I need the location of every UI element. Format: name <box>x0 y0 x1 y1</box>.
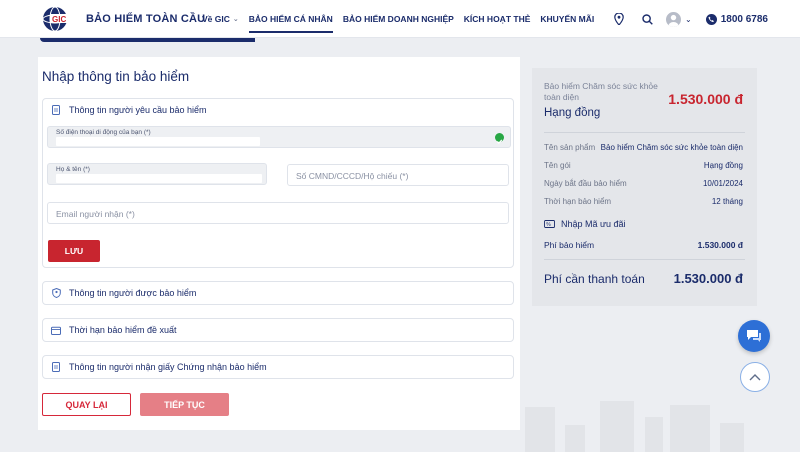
name-field-label: Họ & tên (*) <box>56 166 90 173</box>
total-label: Phí cần thanh toán <box>544 271 645 286</box>
section-term[interactable]: Thời hạn bảo hiểm đề xuất <box>42 318 514 342</box>
chevron-up-icon <box>749 374 761 381</box>
section-label: Thông tin người được bảo hiểm <box>69 288 197 298</box>
check-icon <box>495 133 504 144</box>
scroll-top-button[interactable] <box>740 362 770 392</box>
nav-label: KÍCH HOẠT THẺ <box>463 14 531 24</box>
total-value: 1.530.000 đ <box>673 271 743 286</box>
id-number-input[interactable]: Số CMND/CCCD/Hộ chiếu (*) <box>287 164 509 186</box>
document-icon <box>51 105 61 115</box>
row-value: 10/01/2024 <box>702 179 743 188</box>
insurance-form-panel: Nhập thông tin bảo hiểm Thông tin người … <box>38 57 520 430</box>
section-label: Thông tin người nhận giấy Chứng nhận bảo… <box>69 362 267 372</box>
search-icon[interactable] <box>638 10 656 28</box>
row-label: Ngày bắt đầu bảo hiểm <box>544 179 627 188</box>
summary-total: Phí cần thanh toán 1.530.000 đ <box>544 271 743 286</box>
id-number-placeholder: Số CMND/CCCD/Hộ chiếu (*) <box>296 171 409 181</box>
promo-label: Nhập Mã ưu đãi <box>561 219 626 229</box>
summary-plan: Hạng đồng <box>544 107 601 119</box>
summary-row-product: Tên sản phẩm Bảo hiểm Chăm sóc sức khỏe … <box>544 143 743 152</box>
section-requester-header[interactable]: Thông tin người yêu cầu bảo hiểm <box>43 99 513 121</box>
nav-item-promotions[interactable]: KHUYẾN MÃI <box>540 0 594 38</box>
calendar-icon <box>51 325 61 335</box>
row-label: Thời hạn bảo hiểm <box>544 197 612 206</box>
header-actions: ⌄ 1800 6786 <box>600 0 768 38</box>
section-label: Thông tin người yêu cầu bảo hiểm <box>69 105 207 115</box>
ticket-icon: % <box>544 220 555 228</box>
summary-row-start-date: Ngày bắt đầu bảo hiểm 10/01/2024 <box>544 179 743 188</box>
divider <box>544 259 745 260</box>
phone-number: 1800 6786 <box>720 13 768 25</box>
main-nav: Về GIC ⌄ BẢO HIỂM CÁ NHÂN BẢO HIỂM DOANH… <box>202 0 604 38</box>
summary-price: 1.530.000 đ <box>668 91 743 107</box>
phone-field[interactable]: Số điện thoại di động của bạn (*) <box>47 126 511 148</box>
name-field-value <box>56 174 262 183</box>
nav-item-personal[interactable]: BẢO HIỂM CÁ NHÂN <box>248 0 333 38</box>
section-insured[interactable]: Thông tin người được bảo hiểm <box>42 281 514 305</box>
chevron-down-icon: ⌄ <box>232 16 239 23</box>
section-certificate-header[interactable]: Thông tin người nhận giấy Chứng nhận bảo… <box>43 356 513 378</box>
nav-label: Về GIC <box>202 14 230 24</box>
row-value: Hạng đồng <box>703 161 743 170</box>
logo-abbr: GIC <box>52 15 66 24</box>
section-requester: Thông tin người yêu cầu bảo hiểm Số điện… <box>42 98 514 268</box>
section-label: Thời hạn bảo hiểm đề xuất <box>69 325 177 335</box>
chevron-down-icon[interactable]: ⌄ <box>685 15 692 24</box>
site-header: GIC BẢO HIỂM TOÀN CẦU Về GIC ⌄ BẢO HIỂM … <box>0 0 800 38</box>
nav-label: BẢO HIỂM CÁ NHÂN <box>248 14 333 24</box>
fee-value: 1.530.000 đ <box>697 240 743 250</box>
email-placeholder: Email người nhận (*) <box>56 209 135 219</box>
phone-field-label: Số điện thoại di động của bạn (*) <box>56 129 151 136</box>
nav-item-business[interactable]: BẢO HIỂM DOANH NGHIỆP <box>343 0 454 38</box>
globe-logo-icon: GIC <box>40 4 78 34</box>
progress-indicator <box>40 38 255 42</box>
summary-row-term: Thời hạn bảo hiểm 12 tháng <box>544 197 743 206</box>
phone-icon <box>705 13 717 25</box>
phone-field-value <box>56 137 260 146</box>
summary-fee: Phí bảo hiểm 1.530.000 đ <box>544 240 743 250</box>
nav-label: BẢO HIỂM DOANH NGHIỆP <box>342 14 454 24</box>
chat-button[interactable] <box>738 320 770 352</box>
next-button[interactable]: TIẾP TỤC <box>140 393 229 416</box>
row-value: Bảo hiểm Chăm sóc sức khỏe toàn diện <box>600 143 743 152</box>
section-insured-header[interactable]: Thông tin người được bảo hiểm <box>43 282 513 304</box>
summary-row-plan: Tên gói Hạng đồng <box>544 161 743 170</box>
chat-icon <box>747 330 761 342</box>
nav-item-activate-card[interactable]: KÍCH HOẠT THẺ <box>464 0 531 38</box>
row-label: Tên gói <box>544 161 571 170</box>
logo-text: BẢO HIỂM TOÀN CẦU <box>86 13 206 25</box>
shield-person-icon <box>51 288 61 298</box>
row-value: 12 tháng <box>711 197 743 206</box>
divider <box>544 132 745 133</box>
city-silhouette-decoration <box>525 401 744 452</box>
svg-text:%: % <box>546 222 551 228</box>
logo[interactable]: GIC BẢO HIỂM TOÀN CẦU <box>40 4 205 34</box>
name-field[interactable]: Họ & tên (*) <box>47 163 267 185</box>
nav-item-about[interactable]: Về GIC ⌄ <box>202 0 239 38</box>
nav-label: KHUYẾN MÃI <box>540 14 595 24</box>
summary-product-name: Bảo hiểm Chăm sóc sức khỏe toàn diện <box>544 81 658 102</box>
form-title: Nhập thông tin bảo hiểm <box>42 69 190 84</box>
order-summary-card: Bảo hiểm Chăm sóc sức khỏe toàn diện Hạn… <box>532 68 757 306</box>
fee-label: Phí bảo hiểm <box>544 240 595 250</box>
section-certificate-recipient[interactable]: Thông tin người nhận giấy Chứng nhận bảo… <box>42 355 514 379</box>
back-button[interactable]: QUAY LẠI <box>42 393 131 416</box>
email-input[interactable]: Email người nhận (*) <box>47 202 509 224</box>
location-icon[interactable] <box>610 10 628 28</box>
document-icon <box>51 362 61 372</box>
row-label: Tên sản phẩm <box>544 143 596 152</box>
hotline[interactable]: 1800 6786 <box>705 13 768 25</box>
save-button[interactable]: LƯU <box>48 240 100 262</box>
promo-code-link[interactable]: % Nhập Mã ưu đãi <box>544 219 626 229</box>
avatar[interactable] <box>666 11 682 27</box>
section-term-header[interactable]: Thời hạn bảo hiểm đề xuất <box>43 319 513 341</box>
